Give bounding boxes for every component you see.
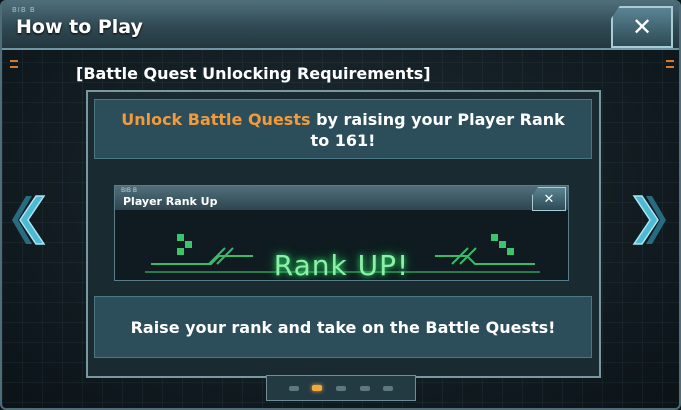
info-rest: by raising your Player Rank to 161!: [310, 110, 565, 150]
next-page-button[interactable]: [628, 192, 668, 248]
title-bar: BIB B How to Play: [2, 2, 679, 50]
dialog-title: How to Play: [16, 16, 143, 38]
screenshot-title: Player Rank Up: [123, 195, 218, 208]
rank-up-banner: Rank UP!: [115, 214, 568, 280]
screenshot-title-bar: BIB B Player Rank Up ✕: [115, 186, 568, 211]
page-dot[interactable]: [383, 385, 394, 391]
corner-decoration: [10, 66, 18, 68]
page-indicator: [266, 375, 416, 401]
screenshot-close-icon: ✕: [532, 187, 566, 211]
chevron-left-icon: [12, 195, 46, 245]
close-button[interactable]: ✕: [611, 6, 673, 48]
page-dot[interactable]: [288, 385, 299, 391]
corner-decoration: [666, 66, 674, 68]
page-dot[interactable]: [359, 385, 370, 391]
screenshot-decoration: BIB B: [121, 187, 138, 194]
rank-up-screenshot: BIB B Player Rank Up ✕ Rank UP!: [114, 185, 569, 281]
close-icon: ✕: [631, 13, 653, 41]
info-highlight: Unlock Battle Quests: [121, 110, 311, 129]
page-dot[interactable]: [312, 385, 323, 391]
bottom-message: Raise your rank and take on the Battle Q…: [130, 317, 556, 337]
previous-page-button[interactable]: [10, 192, 50, 248]
info-text: Unlock Battle Quests by raising your Pla…: [115, 109, 571, 151]
corner-decoration: [10, 60, 18, 62]
how-to-play-dialog: BIB B How to Play ✕ [Battle Quest Unlock…: [0, 0, 681, 410]
page-dot[interactable]: [335, 385, 346, 391]
message-box: Raise your rank and take on the Battle Q…: [94, 296, 592, 358]
chevron-right-icon: [632, 195, 666, 245]
rank-up-text: Rank UP!: [273, 249, 410, 281]
corner-decoration: [666, 60, 674, 62]
title-decoration: BIB B: [12, 6, 36, 14]
info-box: Unlock Battle Quests by raising your Pla…: [94, 99, 592, 159]
section-heading: [Battle Quest Unlocking Requirements]: [76, 64, 431, 83]
